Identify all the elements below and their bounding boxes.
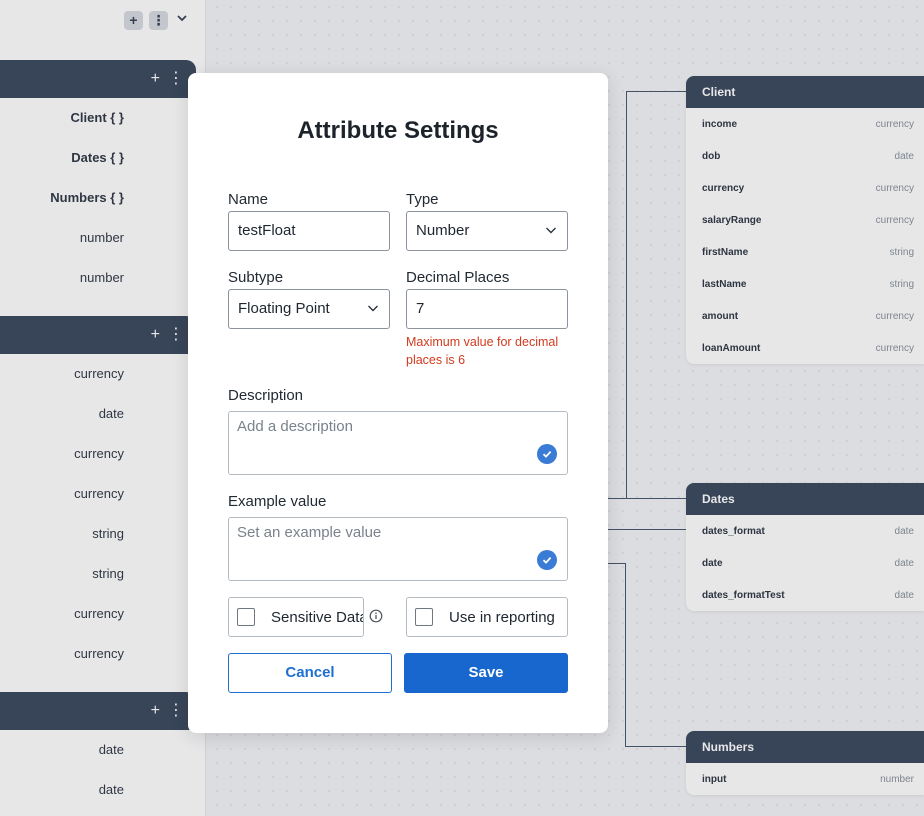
checkbox-square[interactable]: [415, 608, 433, 626]
name-input[interactable]: testFloat: [228, 211, 390, 251]
example-value-placeholder: Set an example value: [237, 524, 382, 541]
cancel-button[interactable]: Cancel: [228, 653, 392, 693]
decimal-places-error: Maximum value for decimal places is 6: [406, 335, 559, 367]
type-label: Type: [406, 191, 439, 208]
dialog-title: Attribute Settings: [297, 117, 499, 144]
attribute-settings-dialog: Attribute Settings Name testFloat Type N…: [188, 73, 608, 733]
type-select-value: Number: [416, 222, 470, 239]
subtype-select[interactable]: Floating Point: [228, 289, 390, 329]
sensitive-data-label: Sensitive Data: [271, 608, 364, 626]
checkmark-icon[interactable]: [537, 550, 557, 570]
example-value-label: Example value: [228, 493, 327, 510]
decimal-places-label: Decimal Places: [406, 269, 510, 286]
description-field[interactable]: Add a description: [228, 411, 568, 475]
use-in-reporting-label: Use in reporting: [449, 608, 555, 626]
chevron-down-icon: [368, 305, 378, 312]
subtype-label: Subtype: [228, 269, 284, 286]
type-select[interactable]: Number: [406, 211, 568, 251]
description-placeholder: Add a description: [237, 418, 353, 435]
decimal-places-input[interactable]: 7: [406, 289, 568, 329]
checkmark-icon[interactable]: [537, 444, 557, 464]
info-icon[interactable]: [369, 609, 383, 623]
description-label: Description: [228, 387, 304, 404]
use-in-reporting-checkbox[interactable]: Use in reporting: [406, 597, 568, 637]
name-label: Name: [228, 191, 269, 208]
chevron-down-icon: [546, 227, 556, 234]
subtype-select-value: Floating Point: [238, 300, 330, 317]
save-button[interactable]: Save: [404, 653, 568, 693]
checkbox-square[interactable]: [237, 608, 255, 626]
example-value-field[interactable]: Set an example value: [228, 517, 568, 581]
sensitive-data-checkbox[interactable]: Sensitive Data: [228, 597, 364, 637]
